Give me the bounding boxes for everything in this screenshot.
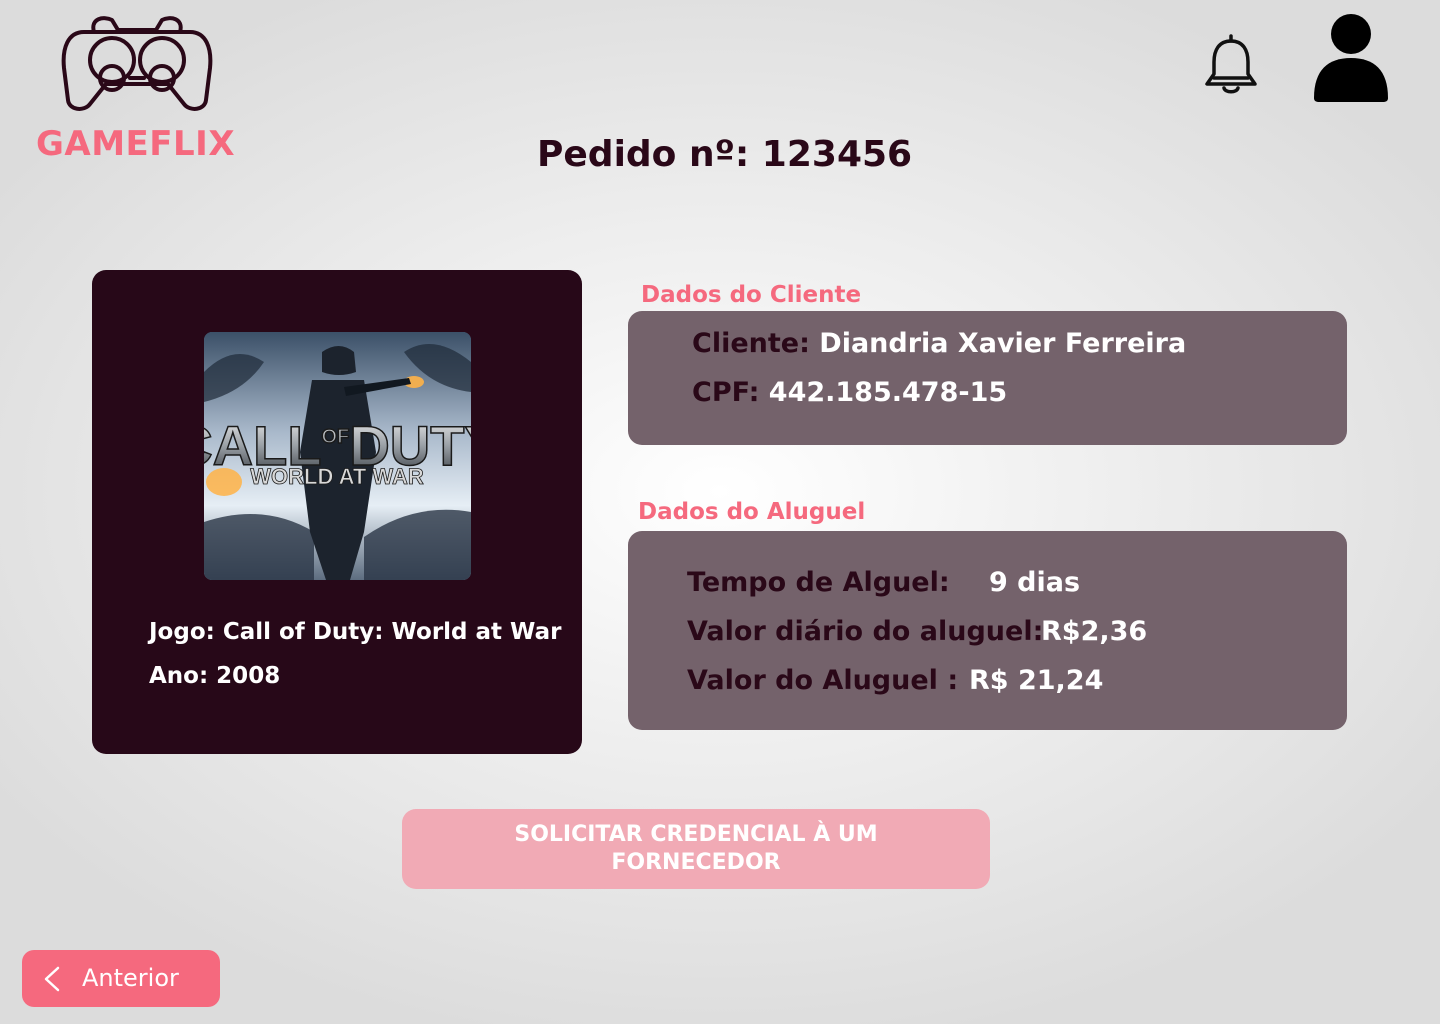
client-name-row: Cliente: Diandria Xavier Ferreira [692, 328, 1186, 359]
profile-button[interactable] [1312, 12, 1390, 104]
rental-total-value: R$ 21,24 [969, 665, 1104, 696]
game-name: Jogo: Call of Duty: World at War [149, 619, 562, 645]
gamepad-icon [61, 16, 213, 111]
client-cpf-value: 442.185.478-15 [768, 377, 1008, 408]
back-label: Anterior [82, 964, 179, 992]
rental-total-value-wrap: R$ 21,24 [969, 665, 1103, 696]
rental-duration-label: Tempo de Alguel: [687, 567, 950, 598]
client-panel: Cliente: Diandria Xavier Ferreira CPF: 4… [628, 311, 1347, 445]
client-name-label: Cliente: [692, 328, 810, 359]
chevron-left-icon [44, 966, 60, 992]
rental-panel: Tempo de Alguel: 9 dias Valor diário do … [628, 531, 1347, 730]
client-cpf-label: CPF: [692, 377, 760, 408]
rental-section-label: Dados do Aluguel [638, 499, 866, 525]
rental-daily-label: Valor diário do aluguel: [687, 616, 1044, 647]
rental-daily-row: Valor diário do aluguel: [687, 616, 1043, 647]
request-credential-label: SOLICITAR CREDENCIAL À UM FORNECEDOR [514, 822, 878, 875]
rental-daily-value: R$2,36 [1041, 616, 1148, 647]
gameflix-logo[interactable]: GAMEFLIX [36, 12, 240, 164]
game-card: CALLOFDUTY WORLD AT WAR Jogo: Call of Du… [92, 270, 582, 754]
brand-name: GAMEFLIX [36, 124, 236, 164]
request-credential-button[interactable]: SOLICITAR CREDENCIAL À UM FORNECEDOR [402, 809, 990, 889]
rental-duration-value-wrap: 9 dias [989, 567, 1080, 598]
client-cpf-row: CPF: 442.185.478-15 [692, 377, 1007, 408]
rental-daily-value-wrap: R$2,36 [1041, 616, 1147, 647]
page-title: Pedido nº: 123456 [537, 134, 913, 175]
notifications-button[interactable] [1203, 32, 1259, 96]
client-name-value: Diandria Xavier Ferreira [819, 328, 1187, 359]
client-section-label: Dados do Cliente [641, 282, 862, 308]
game-year: Ano: 2008 [149, 663, 281, 689]
cover-subtitle-text: WORLD AT WAR [250, 464, 424, 489]
rental-duration-row: Tempo de Alguel: [687, 567, 950, 598]
rental-total-row: Valor do Aluguel : [687, 665, 958, 696]
rental-total-label: Valor do Aluguel : [687, 665, 959, 696]
game-cover-image: CALLOFDUTY WORLD AT WAR [204, 332, 471, 580]
rental-duration-value: 9 dias [989, 567, 1081, 598]
back-button[interactable]: Anterior [22, 950, 220, 1007]
user-icon [1314, 14, 1388, 102]
bell-icon [1205, 34, 1257, 94]
